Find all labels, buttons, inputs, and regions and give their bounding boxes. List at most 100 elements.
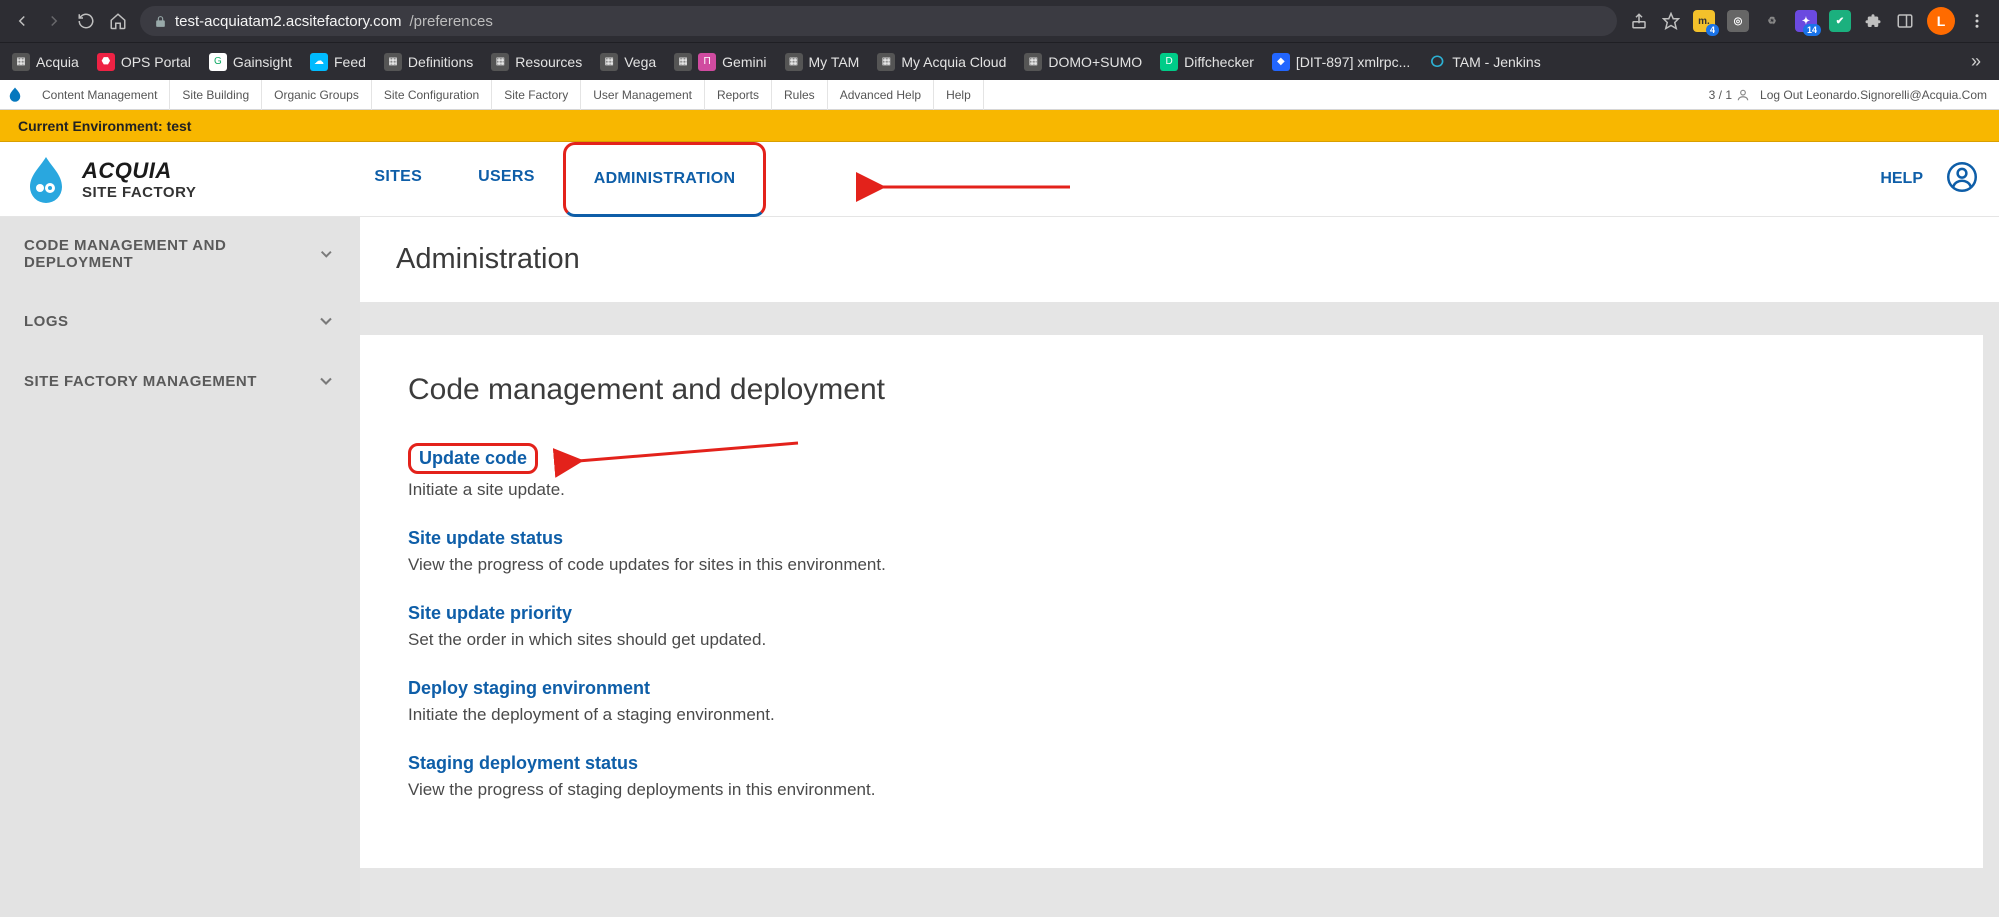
folder-icon: ▦ xyxy=(12,53,30,71)
page-title-band: Administration xyxy=(360,217,1999,303)
bookmark-item[interactable]: ▦My TAM xyxy=(785,53,860,71)
content-area: Administration Code management and deplo… xyxy=(360,217,1999,917)
bookmark-item[interactable]: ▦DOMO+SUMO xyxy=(1024,53,1142,71)
brand-name: ACQUIA xyxy=(82,158,196,184)
kebab-menu-icon[interactable] xyxy=(1967,11,1987,31)
favicon-icon: ◆ xyxy=(1272,53,1290,71)
extension-icon[interactable]: ✔ xyxy=(1829,10,1851,32)
admin-menu-item[interactable]: Content Management xyxy=(30,80,170,110)
admin-menu-item[interactable]: User Management xyxy=(581,80,705,110)
tab-users[interactable]: USERS xyxy=(450,142,563,217)
extension-icon[interactable]: m.4 xyxy=(1693,10,1715,32)
bookmark-item[interactable]: ▦Resources xyxy=(491,53,582,71)
bookmark-item[interactable]: ⵔTAM - Jenkins xyxy=(1428,53,1540,71)
sidebar-item-code-deployment[interactable]: CODE MANAGEMENT AND DEPLOYMENT xyxy=(0,217,360,291)
user-account-icon[interactable] xyxy=(1947,162,1977,197)
admin-menu-item[interactable]: Help xyxy=(934,80,984,110)
bookmark-item[interactable]: ▦ΠGemini xyxy=(674,53,766,71)
link-block: Site update priority Set the order in wh… xyxy=(408,603,1935,650)
favicon-icon: G xyxy=(209,53,227,71)
link-desc: Initiate the deployment of a staging env… xyxy=(408,705,1935,725)
link-desc: View the progress of code updates for si… xyxy=(408,555,1935,575)
extensions-puzzle-icon[interactable] xyxy=(1863,11,1883,31)
reload-button[interactable] xyxy=(76,11,96,31)
site-header: ACQUIA SITE FACTORY SITES USERS ADMINIST… xyxy=(0,142,1999,217)
chevron-down-icon xyxy=(316,371,336,391)
share-icon[interactable] xyxy=(1629,11,1649,31)
favicon-icon: ⬣ xyxy=(97,53,115,71)
drupal-logo-icon[interactable] xyxy=(0,80,30,110)
bookmark-item[interactable]: ▦Acquia xyxy=(12,53,79,71)
link-block: Deploy staging environment Initiate the … xyxy=(408,678,1935,725)
admin-menu-item[interactable]: Reports xyxy=(705,80,772,110)
link-update-code[interactable]: Update code xyxy=(408,443,538,474)
folder-icon: ▦ xyxy=(1024,53,1042,71)
link-site-update-status[interactable]: Site update status xyxy=(408,528,563,549)
back-button[interactable] xyxy=(12,11,32,31)
sidebar: CODE MANAGEMENT AND DEPLOYMENT LOGS SITE… xyxy=(0,217,360,917)
bookmark-star-icon[interactable] xyxy=(1661,11,1681,31)
main-nav: SITES USERS ADMINISTRATION xyxy=(346,142,766,217)
extension-icon[interactable]: ◎ xyxy=(1727,10,1749,32)
sidebar-item-site-factory-mgmt[interactable]: SITE FACTORY MANAGEMENT xyxy=(0,351,360,411)
bookmark-item[interactable]: DDiffchecker xyxy=(1160,53,1254,71)
link-block: Staging deployment status View the progr… xyxy=(408,753,1935,800)
favicon-icon: ☁ xyxy=(310,53,328,71)
bookmark-bar: ▦Acquia ⬣OPS Portal GGainsight ☁Feed ▦De… xyxy=(0,42,1999,80)
extension-icon[interactable]: ✦14 xyxy=(1795,10,1817,32)
annotation-arrow xyxy=(568,437,808,478)
admin-user-count: 3 / 1 xyxy=(1709,88,1750,102)
panel-icon[interactable] xyxy=(1895,11,1915,31)
profile-avatar[interactable]: L xyxy=(1927,7,1955,35)
url-path: /preferences xyxy=(409,13,492,30)
admin-menu-item[interactable]: Site Building xyxy=(170,80,262,110)
bookmarks-overflow[interactable]: » xyxy=(1965,51,1987,72)
link-desc: Initiate a site update. xyxy=(408,480,1935,500)
folder-icon: ▦ xyxy=(785,53,803,71)
link-desc: View the progress of staging deployments… xyxy=(408,780,1935,800)
link-site-update-priority[interactable]: Site update priority xyxy=(408,603,572,624)
admin-menu-item[interactable]: Site Factory xyxy=(492,80,581,110)
favicon-icon: D xyxy=(1160,53,1178,71)
environment-bar: Current Environment: test xyxy=(0,110,1999,142)
bookmark-item[interactable]: ◆[DIT-897] xmlrpc... xyxy=(1272,53,1410,71)
folder-icon: ▦ xyxy=(674,53,692,71)
sidebar-item-label: LOGS xyxy=(24,313,69,330)
tab-sites[interactable]: SITES xyxy=(346,142,450,217)
bookmark-item[interactable]: ▦Definitions xyxy=(384,53,473,71)
admin-menu-item[interactable]: Site Configuration xyxy=(372,80,492,110)
folder-icon: ▦ xyxy=(877,53,895,71)
url-host: test-acquiatam2.acsitefactory.com xyxy=(175,13,401,30)
content-card: Code management and deployment Update co… xyxy=(360,335,1983,868)
help-link[interactable]: HELP xyxy=(1880,170,1923,188)
bookmark-item[interactable]: ▦Vega xyxy=(600,53,656,71)
cms-admin-menu: Content Management Site Building Organic… xyxy=(0,80,1999,110)
sidebar-item-label: CODE MANAGEMENT AND DEPLOYMENT xyxy=(24,237,317,271)
bookmark-item[interactable]: ⬣OPS Portal xyxy=(97,53,191,71)
sidebar-item-label: SITE FACTORY MANAGEMENT xyxy=(24,373,257,390)
bookmark-item[interactable]: ☁Feed xyxy=(310,53,366,71)
admin-menu-item[interactable]: Advanced Help xyxy=(828,80,934,110)
admin-menu-item[interactable]: Rules xyxy=(772,80,828,110)
admin-menu-item[interactable]: Organic Groups xyxy=(262,80,372,110)
tab-administration[interactable]: ADMINISTRATION xyxy=(563,142,767,217)
link-deploy-staging[interactable]: Deploy staging environment xyxy=(408,678,650,699)
link-staging-deployment-status[interactable]: Staging deployment status xyxy=(408,753,638,774)
home-button[interactable] xyxy=(108,11,128,31)
address-bar[interactable]: test-acquiatam2.acsitefactory.com/prefer… xyxy=(140,6,1617,36)
extension-icon[interactable]: ♻ xyxy=(1761,10,1783,32)
browser-actions: m.4 ◎ ♻ ✦14 ✔ L xyxy=(1629,7,1987,35)
logout-link[interactable]: Log Out Leonardo.Signorelli@Acquia.Com xyxy=(1760,88,1987,102)
sidebar-item-logs[interactable]: LOGS xyxy=(0,291,360,351)
link-desc: Set the order in which sites should get … xyxy=(408,630,1935,650)
chevron-down-icon xyxy=(316,311,336,331)
link-block: Site update status View the progress of … xyxy=(408,528,1935,575)
browser-top-bar: test-acquiatam2.acsitefactory.com/prefer… xyxy=(0,0,1999,42)
bookmark-item[interactable]: GGainsight xyxy=(209,53,292,71)
page-title: Administration xyxy=(396,243,1963,276)
acquia-drop-icon xyxy=(22,155,70,203)
bookmark-item[interactable]: ▦My Acquia Cloud xyxy=(877,53,1006,71)
forward-button[interactable] xyxy=(44,11,64,31)
folder-icon: ▦ xyxy=(491,53,509,71)
brand-logo[interactable]: ACQUIA SITE FACTORY xyxy=(22,155,196,203)
